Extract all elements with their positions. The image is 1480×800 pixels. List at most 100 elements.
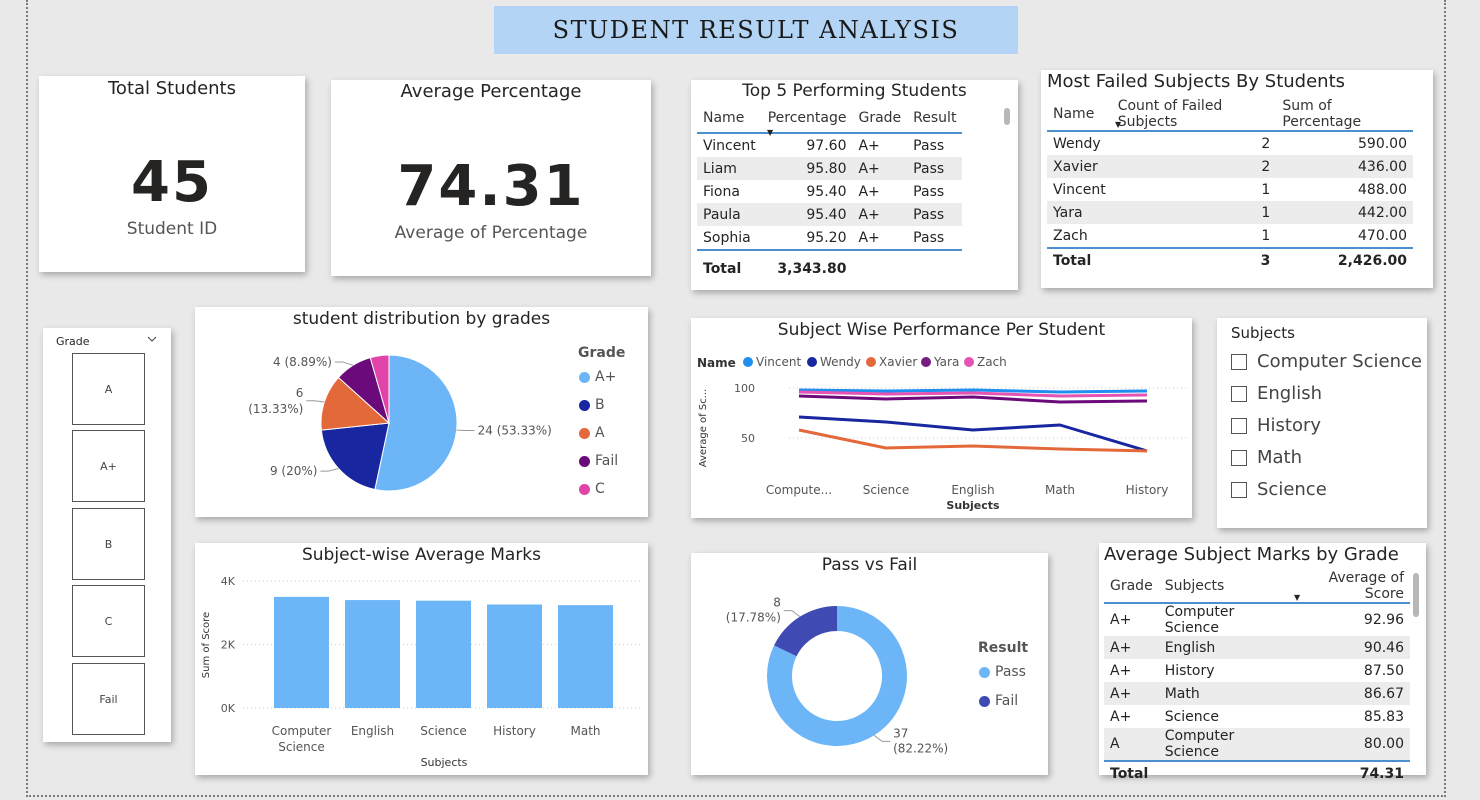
table-row[interactable]: Xavier 2 436.00 xyxy=(1047,155,1413,178)
subject-average-bar-card[interactable]: Subject-wise Average Marks 4K 2K 0K Compute… xyxy=(195,543,648,775)
legend-dot xyxy=(579,371,590,383)
subject-option-science[interactable]: Science xyxy=(1231,479,1327,500)
cell-subject: Science xyxy=(1164,708,1219,725)
table-row[interactable]: Vincent 97.60 A+ Pass xyxy=(697,133,962,157)
subject-option-math[interactable]: Math xyxy=(1231,447,1302,468)
legend-item-c[interactable]: C xyxy=(579,481,605,497)
grade-distribution-pie-card[interactable]: student distribution by grades 24 (53.33… xyxy=(195,307,648,517)
table-row[interactable]: Paula 95.40 A+ Pass xyxy=(697,203,963,226)
table-row[interactable]: Wendy 2 590.00 xyxy=(1047,131,1413,155)
avg-marks-by-grade-table-card[interactable]: Average Subject Marks by Grade Grade Sub… xyxy=(1099,543,1426,785)
legend-dot xyxy=(579,455,590,467)
cell-average: 85.83 xyxy=(1363,708,1404,725)
legend-item-fail[interactable]: Fail xyxy=(579,453,618,469)
grade-option-fail[interactable]: Fail xyxy=(72,663,145,735)
subject-option-computer-science[interactable]: Computer Science xyxy=(1231,351,1422,372)
total-students-card[interactable]: Total Students 45 Student ID xyxy=(39,76,305,272)
column-header[interactable]: Name xyxy=(697,104,762,134)
table-row[interactable]: A+ Science 85.83 xyxy=(1104,705,1410,728)
legend-item-pass[interactable]: Pass xyxy=(979,664,1026,680)
column-header[interactable]: Percentage xyxy=(761,104,853,134)
column-header[interactable]: Result xyxy=(907,104,963,134)
cell-percentage: 95.40 xyxy=(761,203,853,226)
subject-option-history[interactable]: History xyxy=(1231,415,1321,436)
checkbox[interactable] xyxy=(1231,481,1247,498)
top-performers-table-card[interactable]: Top 5 Performing Students Name Percentag… xyxy=(691,80,1018,290)
sort-descending-icon[interactable]: ▼ xyxy=(1294,593,1300,602)
table-row[interactable]: A+ English 90.46 xyxy=(1104,636,1410,659)
table-row[interactable]: A+ Computer Science 92.96 xyxy=(1104,603,1410,636)
x-tick-label: Science xyxy=(278,740,325,754)
grade-option-c[interactable]: C xyxy=(72,585,145,657)
checkbox[interactable] xyxy=(1231,449,1247,466)
x-axis-title: Subjects xyxy=(421,756,468,769)
legend-dot xyxy=(979,695,990,707)
kpi-subtitle: Average of Percentage xyxy=(394,223,588,243)
table-row[interactable]: Yara 1 442.00 xyxy=(1047,201,1413,224)
cell-result: Pass xyxy=(913,137,945,154)
legend-title: Result xyxy=(978,640,1029,656)
vertical-scrollbar[interactable] xyxy=(1413,573,1419,617)
grade-option-a[interactable]: A xyxy=(72,353,145,425)
y-tick-label: 0K xyxy=(221,702,236,715)
column-header[interactable]: Name xyxy=(1047,98,1112,132)
subject-option-english[interactable]: English xyxy=(1231,383,1322,404)
column-header[interactable]: Count of Failed Subjects xyxy=(1111,98,1277,132)
grade-slicer[interactable]: Grade A A+ B C Fail xyxy=(43,328,171,742)
cell-percentage: 97.60 xyxy=(806,137,847,154)
legend-item-a-plus[interactable]: A+ xyxy=(579,369,616,385)
dashboard-title: STUDENT RESULT ANALYSIS xyxy=(494,6,1018,54)
table-row[interactable]: Sophia 95.20 A+ Pass xyxy=(697,226,962,250)
average-percentage-card[interactable]: Average Percentage 74.31 Average of Perc… xyxy=(331,80,651,276)
legend-dot xyxy=(979,666,990,678)
x-tick-label: Math xyxy=(1045,483,1075,497)
table-row[interactable]: Vincent 1 488.00 xyxy=(1047,178,1413,201)
table-row[interactable]: Liam 95.80 A+ Pass xyxy=(697,157,963,180)
table-total-row: Total 3,343.80 xyxy=(697,249,963,280)
pass-fail-donut-card[interactable]: Pass vs Fail 37 (82.22%) 8 (17.78%) Result … xyxy=(691,553,1048,775)
table-row[interactable]: Fiona 95.40 A+ Pass xyxy=(697,180,962,203)
legend-label: Pass xyxy=(995,664,1026,680)
legend-item-a[interactable]: A xyxy=(579,425,605,441)
card-title: Average Percentage xyxy=(400,81,582,102)
chevron-down-icon[interactable] xyxy=(147,336,157,343)
cell-average: 86.67 xyxy=(1289,682,1410,705)
donut-leader-line-pass xyxy=(873,734,891,742)
column-header[interactable]: Average of Score xyxy=(1289,570,1410,604)
slicer-title: Subjects xyxy=(1231,324,1295,342)
checkbox[interactable] xyxy=(1231,353,1247,370)
column-header[interactable]: Grade xyxy=(852,104,908,134)
table-row[interactable]: A+ Math 86.67 xyxy=(1104,682,1410,705)
legend-item-b[interactable]: B xyxy=(579,397,605,413)
cell-percentage: 95.80 xyxy=(761,157,853,180)
bar-math xyxy=(558,605,613,708)
table-row[interactable]: Zach 1 470.00 xyxy=(1047,224,1413,248)
subject-performance-line-card[interactable]: Subject Wise Performance Per Student Nam… xyxy=(691,318,1192,518)
checkbox[interactable] xyxy=(1231,417,1247,434)
cell-name: Vincent xyxy=(703,137,756,154)
grade-option-b[interactable]: B xyxy=(72,508,145,580)
cell-grade: A+ xyxy=(1110,662,1132,679)
table-row[interactable]: A Computer Science 80.00 xyxy=(1104,728,1410,761)
sort-descending-icon[interactable]: ▼ xyxy=(1115,120,1121,129)
failed-subjects-table-card[interactable]: Most Failed Subjects By Students Name Co… xyxy=(1041,70,1433,288)
cell-subject: History xyxy=(1164,662,1215,679)
kpi-subtitle: Student ID xyxy=(126,219,218,239)
x-tick-label: Math xyxy=(570,724,600,738)
legend-label: A xyxy=(595,425,605,441)
subjects-slicer[interactable]: Subjects Computer Science English Histor… xyxy=(1217,318,1427,528)
column-header[interactable]: Grade xyxy=(1104,570,1159,604)
column-header[interactable]: Subjects xyxy=(1158,570,1290,604)
vertical-scrollbar[interactable] xyxy=(1004,108,1010,125)
sort-descending-icon[interactable]: ▼ xyxy=(767,128,773,137)
legend-item-fail[interactable]: Fail xyxy=(979,693,1018,709)
table-row[interactable]: A+ History 87.50 xyxy=(1104,659,1410,682)
grade-option-a-plus[interactable]: A+ xyxy=(72,430,145,502)
y-axis-title: Average of Sc... xyxy=(698,389,709,467)
card-title: Total Students xyxy=(108,78,236,99)
column-header[interactable]: Sum of Percentage xyxy=(1276,98,1413,132)
checkbox[interactable] xyxy=(1231,385,1247,402)
total-value: 74.31 xyxy=(1289,760,1410,785)
y-tick-label: 2K xyxy=(221,639,236,652)
y-axis-title: Sum of Score xyxy=(201,612,212,678)
